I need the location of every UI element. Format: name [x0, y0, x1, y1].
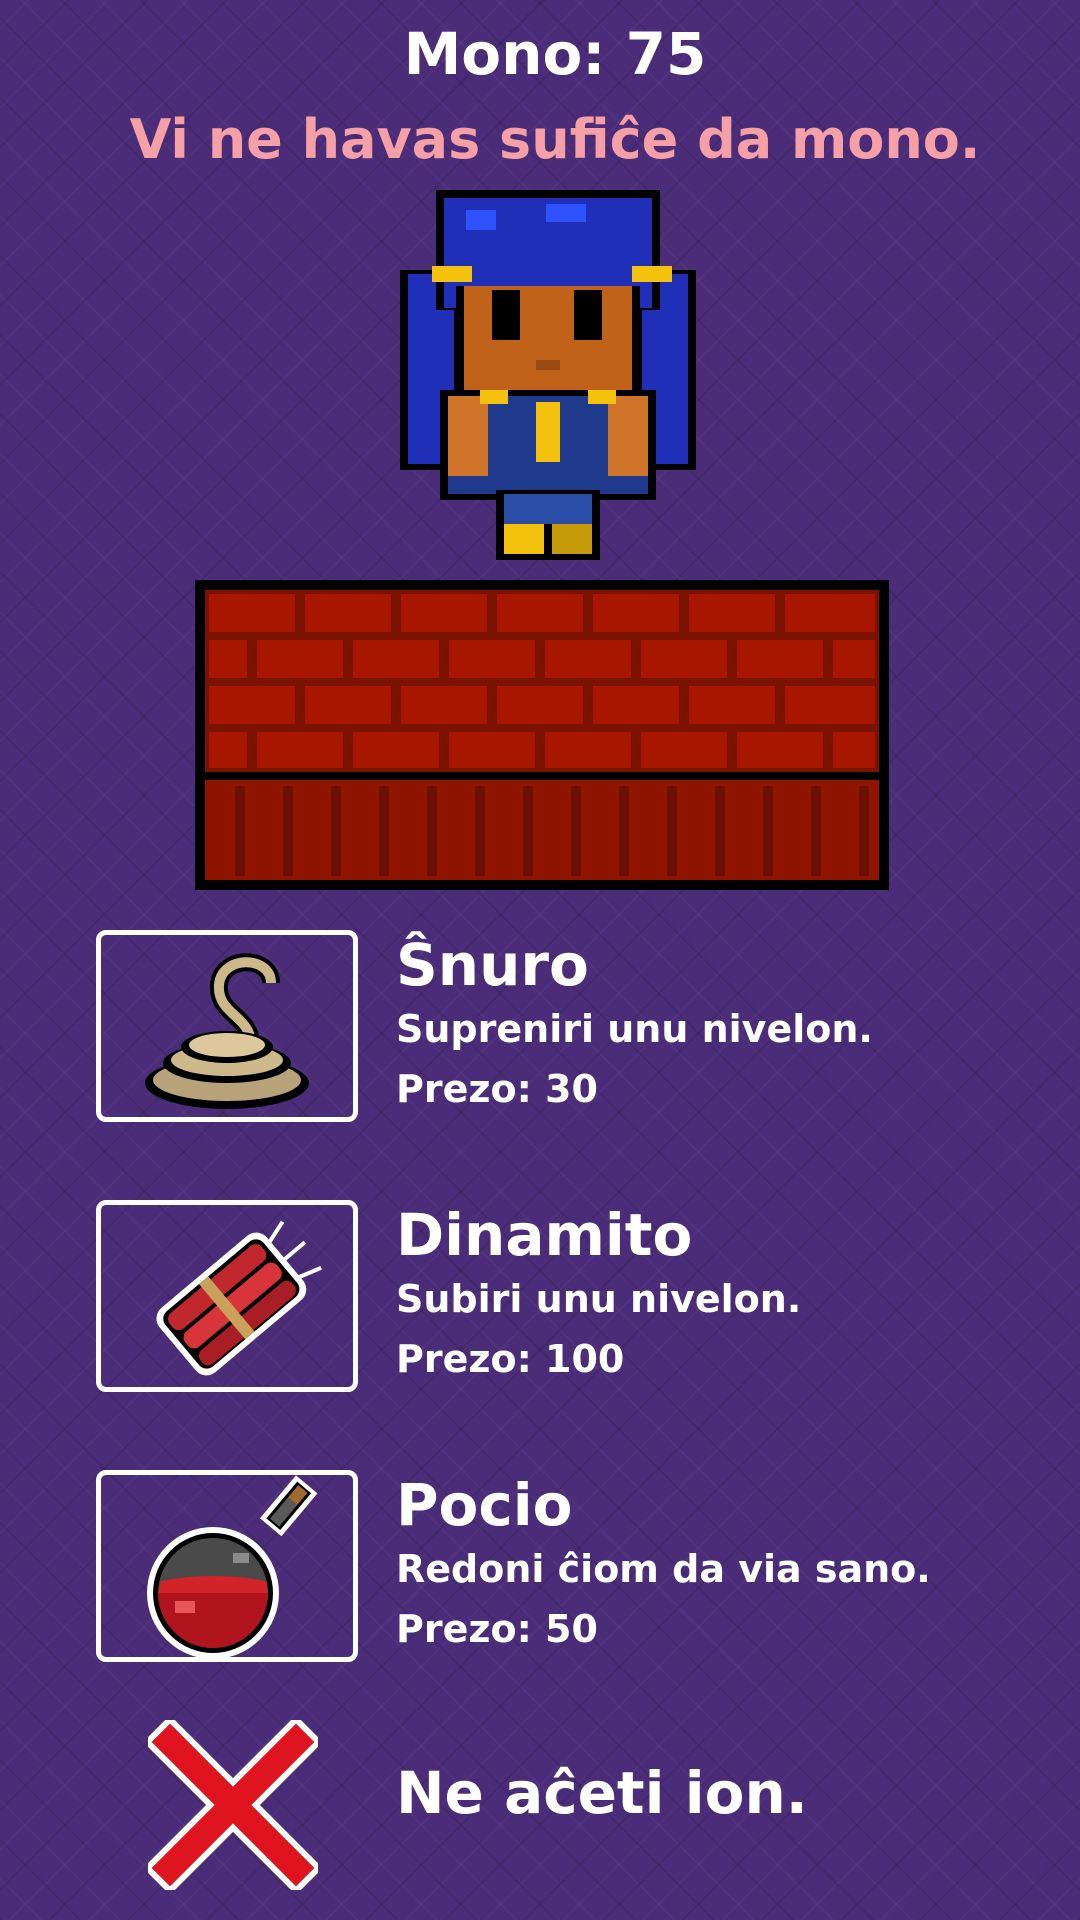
cancel-label: Ne aĉeti ion. [396, 1759, 808, 1827]
item-slot[interactable] [96, 930, 358, 1122]
item-slot[interactable] [96, 1470, 358, 1662]
item-slot[interactable] [96, 1200, 358, 1392]
item-name: Dinamito [396, 1201, 693, 1269]
shopkeeper-sprite [400, 190, 696, 560]
shop-item-potion[interactable]: Pocio Redoni ĉiom da via sano. Prezo: 50 [96, 1470, 1032, 1670]
shop-counter [195, 580, 889, 890]
item-price: Prezo: 100 [396, 1337, 625, 1381]
cancel-purchase-option[interactable]: Ne aĉeti ion. [96, 1720, 1032, 1900]
dynamite-icon [156, 1220, 322, 1376]
shop-item-rope[interactable]: Ŝnuro Supreniri unu nivelon. Prezo: 30 [96, 930, 1032, 1130]
item-price: Prezo: 50 [396, 1607, 598, 1651]
close-x-icon [148, 1720, 318, 1890]
potion-icon [147, 1475, 318, 1657]
item-name: Ŝnuro [396, 931, 589, 999]
insufficient-funds-message: Vi ne havas sufiĉe da mono. [129, 108, 981, 171]
shop-item-dynamite[interactable]: Dinamito Subiri unu nivelon. Prezo: 100 [96, 1200, 1032, 1400]
item-description: Subiri unu nivelon. [396, 1277, 802, 1321]
item-name: Pocio [396, 1471, 573, 1539]
money-counter: Mono: 75 [403, 20, 707, 88]
rope-icon [145, 953, 309, 1109]
item-price: Prezo: 30 [396, 1067, 598, 1111]
item-description: Supreniri unu nivelon. [396, 1007, 873, 1051]
item-description: Redoni ĉiom da via sano. [396, 1547, 931, 1591]
